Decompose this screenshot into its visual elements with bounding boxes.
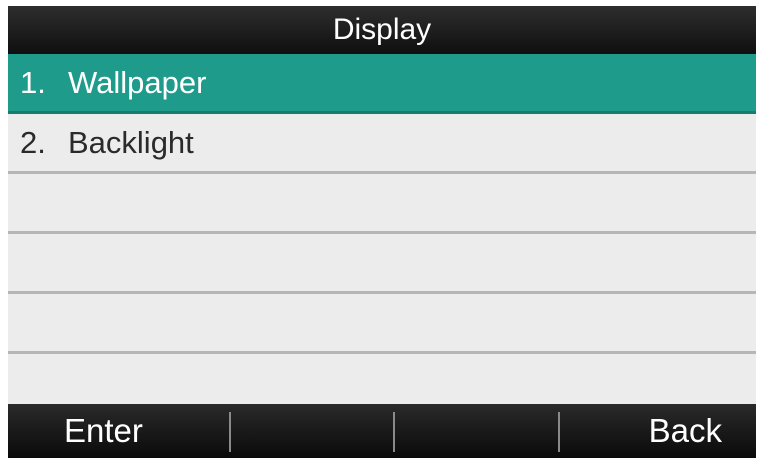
back-softkey[interactable]: Back (557, 404, 757, 458)
softkey-2[interactable] (228, 404, 394, 458)
menu-item-label: Wallpaper (68, 65, 207, 100)
menu-item-empty (8, 174, 756, 234)
softkey-bar: Enter Back (8, 404, 756, 458)
menu-item-number: 2. (20, 125, 46, 160)
phone-screen: Display 1. Wallpaper 2. Backlight Enter Ba… (8, 6, 756, 458)
menu-item-backlight[interactable]: 2. Backlight (8, 114, 756, 174)
menu-item-empty (8, 234, 756, 294)
menu-item-empty (8, 294, 756, 354)
menu-item-wallpaper[interactable]: 1. Wallpaper (8, 54, 756, 114)
menu-item-label: Backlight (68, 125, 194, 160)
screen-title: Display (8, 6, 756, 54)
display-menu-list: 1. Wallpaper 2. Backlight (8, 54, 756, 414)
softkey-3[interactable] (393, 404, 558, 458)
enter-softkey[interactable]: Enter (8, 404, 229, 458)
menu-item-number: 1. (20, 65, 46, 100)
